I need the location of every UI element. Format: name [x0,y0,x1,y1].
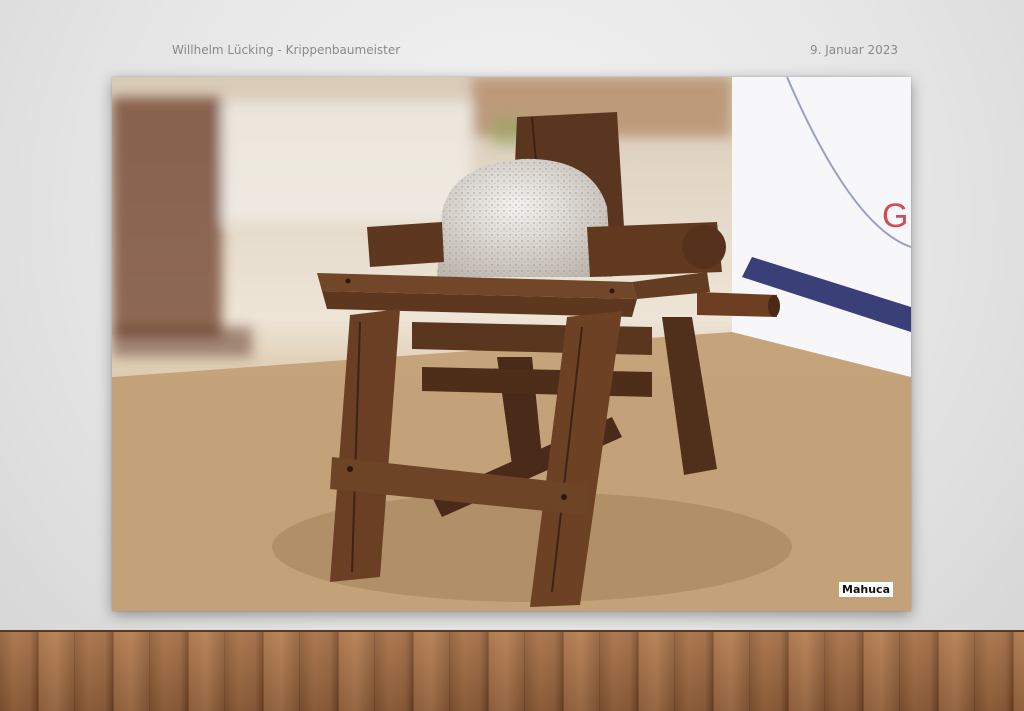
watermark-label: Mahuca [839,582,893,597]
sign-letter: G [882,197,908,235]
wooden-floor [0,630,1024,711]
grindstone-photo: G Mahuca [112,77,911,611]
grindstone-scene: G [112,77,911,611]
author-caption: Willhelm Lücking - Krippenbaumeister [172,43,401,57]
date-caption: 9. Januar 2023 [810,43,899,57]
